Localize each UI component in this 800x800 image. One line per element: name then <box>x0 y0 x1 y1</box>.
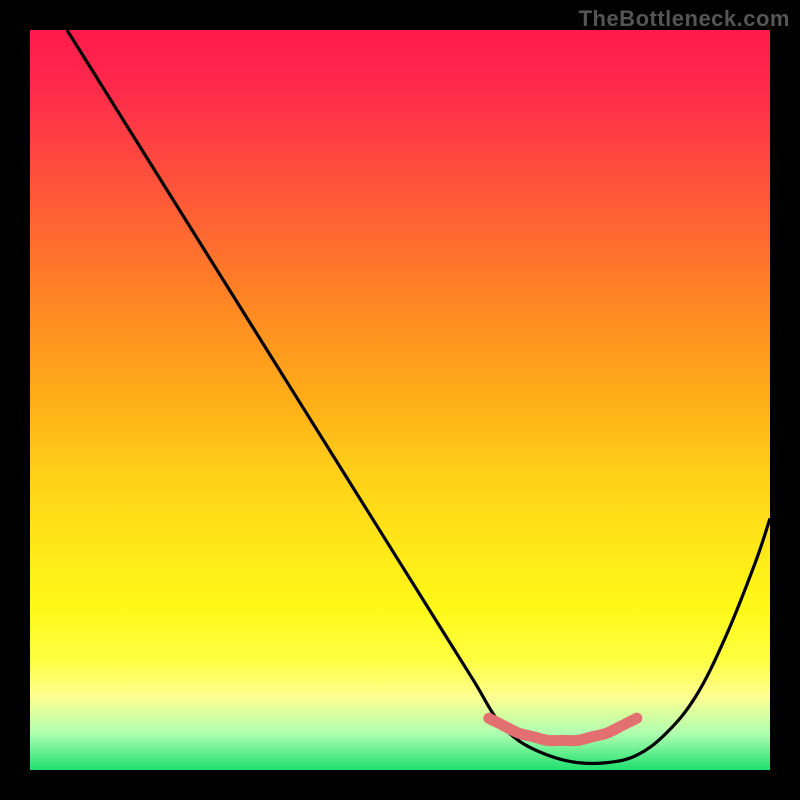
watermark-text: TheBottleneck.com <box>579 6 790 32</box>
optimal-zone-marker <box>489 718 637 741</box>
bottleneck-curve <box>67 30 770 764</box>
plot-area <box>30 30 770 770</box>
chart-frame: TheBottleneck.com <box>0 0 800 800</box>
curve-layer <box>30 30 770 770</box>
